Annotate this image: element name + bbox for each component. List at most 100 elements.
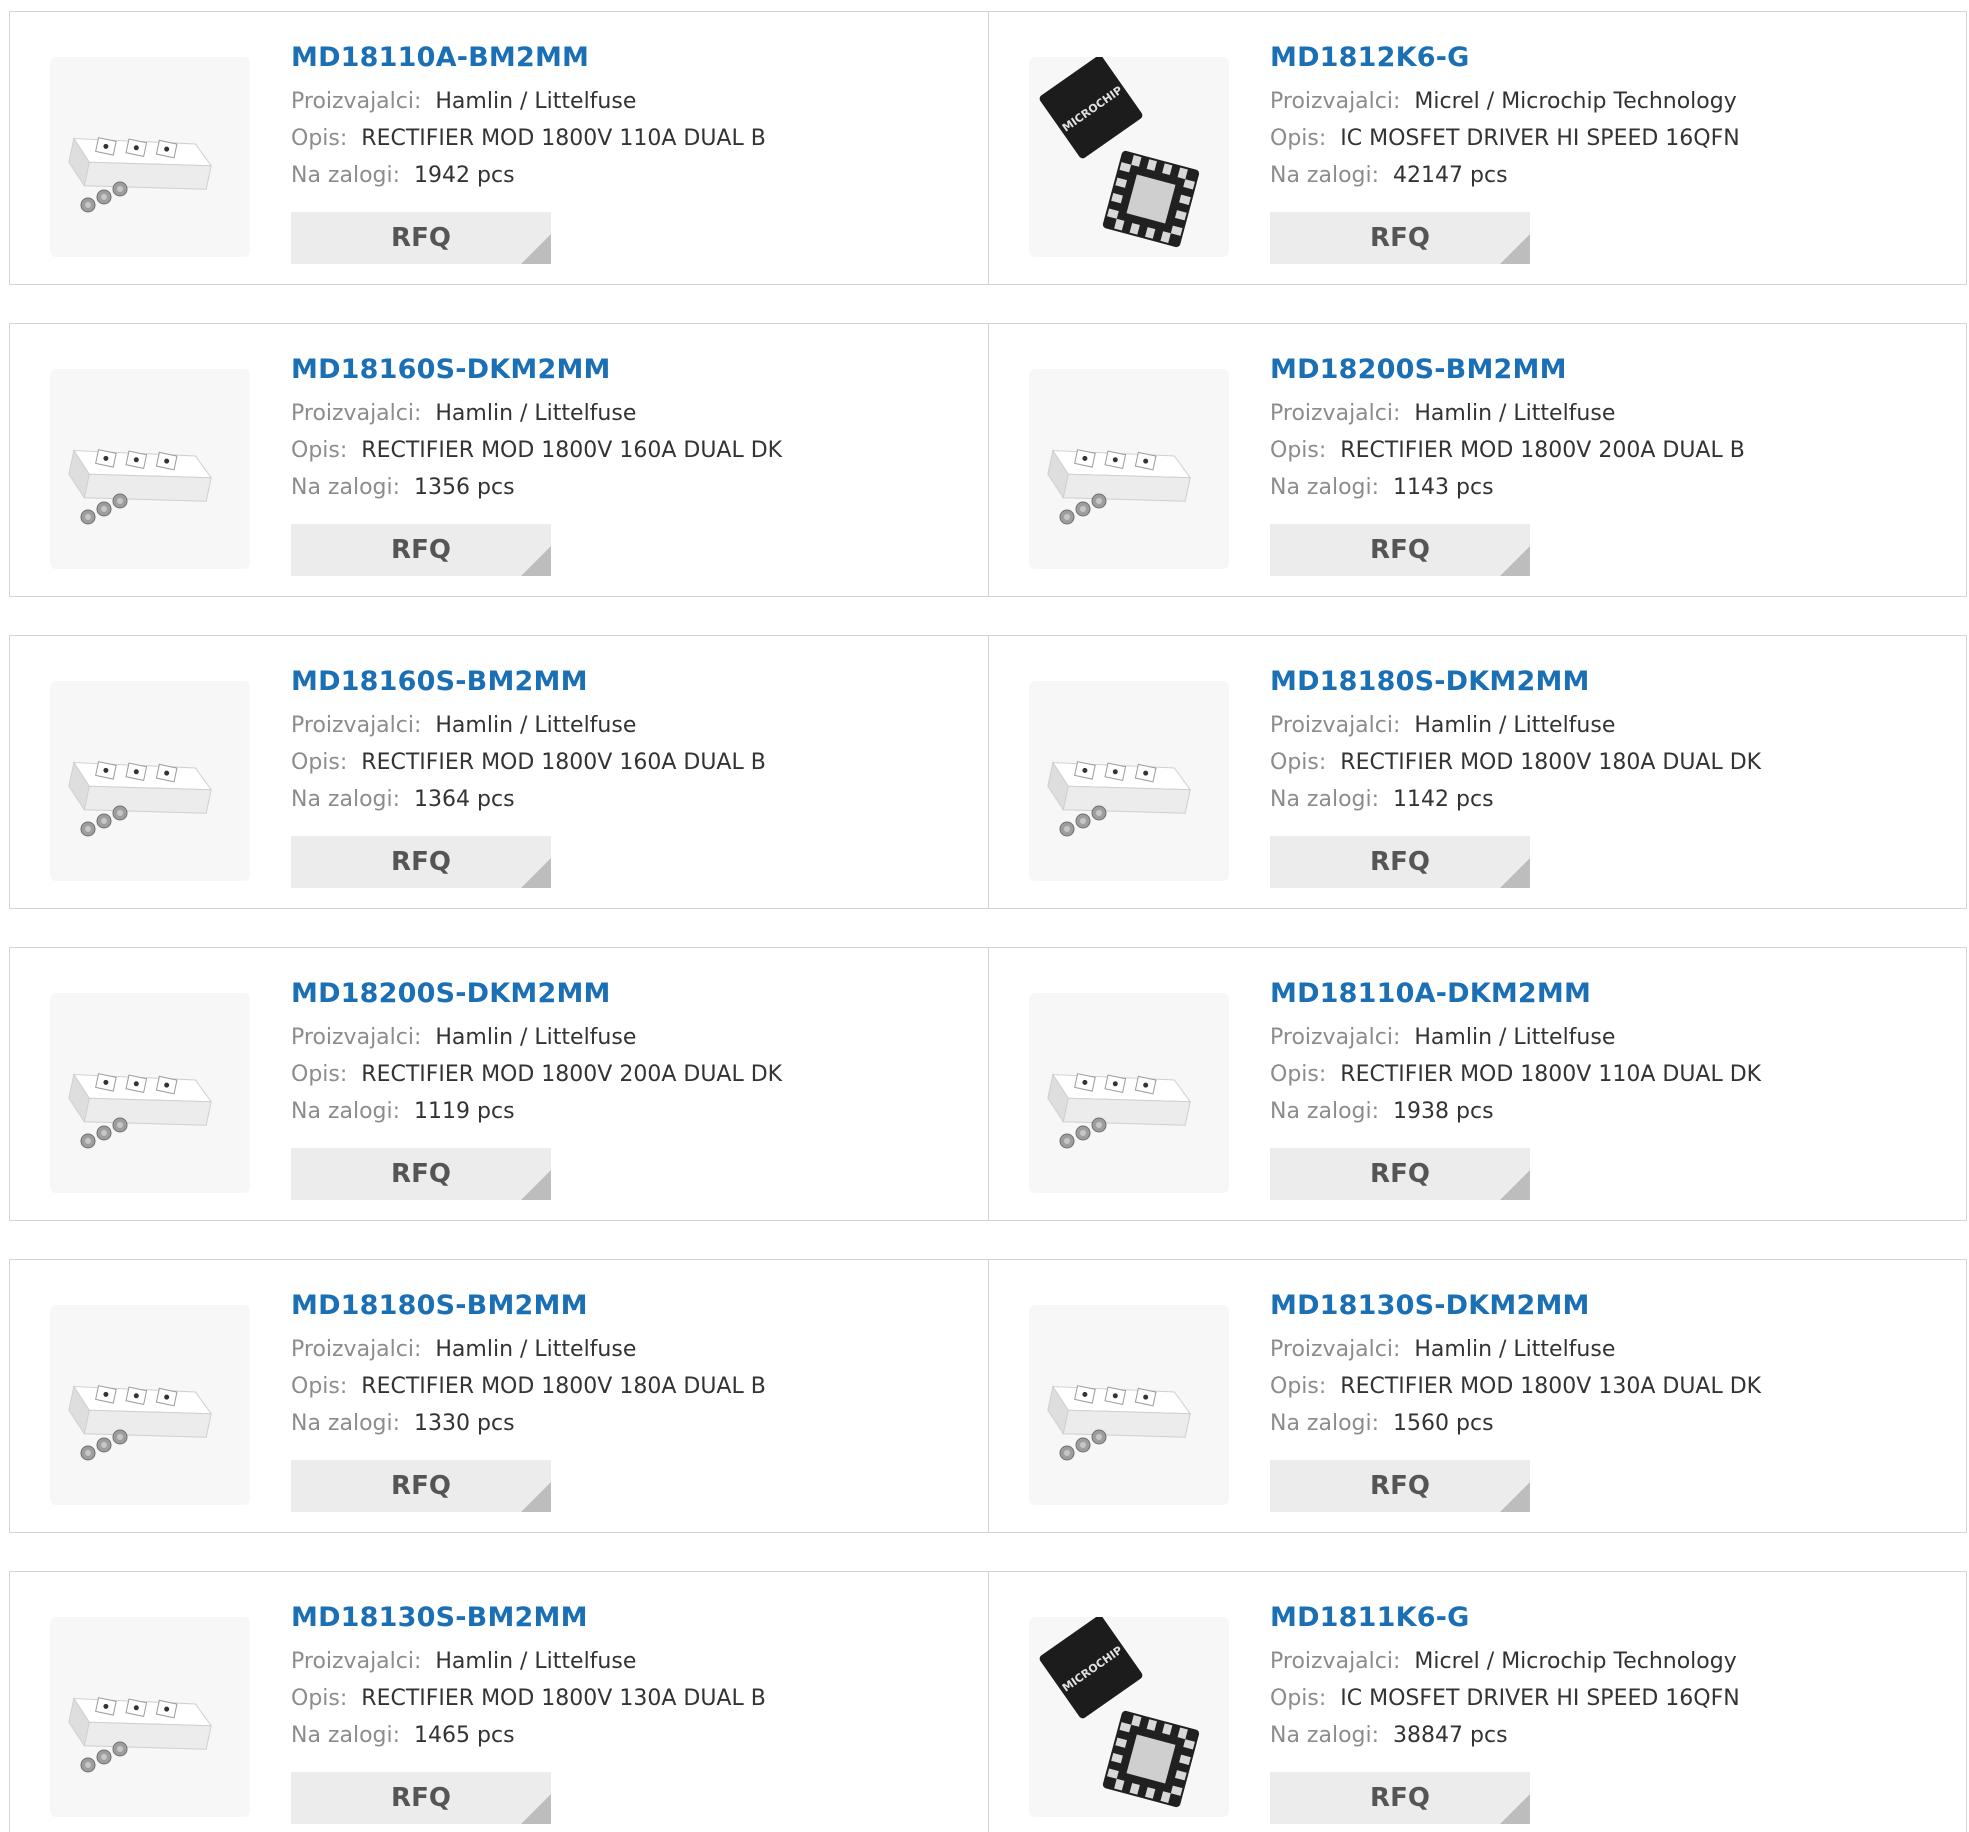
description-label: Opis: bbox=[1270, 126, 1327, 151]
stock-value: 1364 pcs bbox=[414, 787, 515, 812]
product-image[interactable]: MICROCHIP bbox=[1029, 1617, 1229, 1817]
description-value: RECTIFIER MOD 1800V 200A DUAL DK bbox=[361, 1062, 783, 1087]
manufacturer-label: Proizvajalci: bbox=[291, 713, 422, 738]
product-card: MD18110A-DKM2MM Proizvajalci: Hamlin / Li… bbox=[988, 948, 1966, 1220]
rfq-button[interactable]: RFQ bbox=[1270, 212, 1530, 264]
description-value: RECTIFIER MOD 1800V 160A DUAL DK bbox=[361, 438, 783, 463]
product-image[interactable] bbox=[50, 1305, 250, 1505]
rfq-button[interactable]: RFQ bbox=[1270, 1772, 1530, 1824]
rfq-label: RFQ bbox=[391, 223, 451, 253]
description-row: Opis: RECTIFIER MOD 1800V 130A DUAL DK bbox=[1270, 1375, 1946, 1399]
product-image[interactable] bbox=[50, 369, 250, 569]
manufacturer-value: Hamlin / Littelfuse bbox=[435, 713, 637, 738]
product-image[interactable] bbox=[1029, 1305, 1229, 1505]
corner-triangle-icon bbox=[1500, 1170, 1530, 1200]
product-image[interactable] bbox=[1029, 369, 1229, 569]
product-info: MD18180S-BM2MM Proizvajalci: Hamlin / Lit… bbox=[291, 1290, 968, 1436]
manufacturer-value: Hamlin / Littelfuse bbox=[1414, 1025, 1616, 1050]
product-card: MD18160S-BM2MM Proizvajalci: Hamlin / Lit… bbox=[10, 636, 988, 908]
product-info: MD18110A-DKM2MM Proizvajalci: Hamlin / Li… bbox=[1270, 978, 1946, 1124]
description-label: Opis: bbox=[1270, 438, 1327, 463]
product-image[interactable]: MICROCHIP bbox=[1029, 57, 1229, 257]
rfq-button[interactable]: RFQ bbox=[291, 1460, 551, 1512]
rfq-button[interactable]: RFQ bbox=[1270, 836, 1530, 888]
corner-triangle-icon bbox=[521, 546, 551, 576]
product-info: MD1811K6-G Proizvajalci: Micrel / Microch… bbox=[1270, 1602, 1946, 1748]
stock-label: Na zalogi: bbox=[1270, 1723, 1380, 1748]
stock-row: Na zalogi: 1942 pcs bbox=[291, 164, 968, 188]
product-image[interactable] bbox=[1029, 681, 1229, 881]
manufacturer-value: Micrel / Microchip Technology bbox=[1414, 1649, 1737, 1674]
part-number-link[interactable]: MD18130S-BM2MM bbox=[291, 1602, 968, 1634]
rfq-button[interactable]: RFQ bbox=[291, 1772, 551, 1824]
module-icon bbox=[1047, 1385, 1192, 1461]
product-image[interactable] bbox=[50, 993, 250, 1193]
rfq-button[interactable]: RFQ bbox=[291, 836, 551, 888]
chip-icon: MICROCHIP bbox=[1039, 1617, 1200, 1808]
part-number-link[interactable]: MD18160S-BM2MM bbox=[291, 666, 968, 698]
product-image[interactable] bbox=[50, 1617, 250, 1817]
stock-row: Na zalogi: 1356 pcs bbox=[291, 476, 968, 500]
description-label: Opis: bbox=[291, 1062, 348, 1087]
description-label: Opis: bbox=[291, 438, 348, 463]
product-info: MD18160S-BM2MM Proizvajalci: Hamlin / Lit… bbox=[291, 666, 968, 812]
manufacturer-label: Proizvajalci: bbox=[291, 89, 422, 114]
stock-row: Na zalogi: 1119 pcs bbox=[291, 1100, 968, 1124]
stock-row: Na zalogi: 1364 pcs bbox=[291, 788, 968, 812]
part-number-link[interactable]: MD18180S-DKM2MM bbox=[1270, 666, 1946, 698]
rfq-button[interactable]: RFQ bbox=[1270, 1148, 1530, 1200]
description-row: Opis: RECTIFIER MOD 1800V 160A DUAL DK bbox=[291, 439, 968, 463]
stock-label: Na zalogi: bbox=[291, 1723, 401, 1748]
rfq-label: RFQ bbox=[1370, 847, 1430, 877]
part-number-link[interactable]: MD18200S-DKM2MM bbox=[291, 978, 968, 1010]
module-icon bbox=[68, 1385, 213, 1461]
rfq-button[interactable]: RFQ bbox=[1270, 524, 1530, 576]
product-card: MD18180S-DKM2MM Proizvajalci: Hamlin / Li… bbox=[988, 636, 1966, 908]
rfq-label: RFQ bbox=[1370, 1159, 1430, 1189]
stock-value: 1560 pcs bbox=[1393, 1411, 1494, 1436]
rfq-button[interactable]: RFQ bbox=[1270, 1460, 1530, 1512]
part-number-link[interactable]: MD18200S-BM2MM bbox=[1270, 354, 1946, 386]
rfq-label: RFQ bbox=[1370, 1783, 1430, 1813]
stock-value: 1942 pcs bbox=[414, 163, 515, 188]
product-info: MD18160S-DKM2MM Proizvajalci: Hamlin / Li… bbox=[291, 354, 968, 500]
manufacturer-label: Proizvajalci: bbox=[291, 1025, 422, 1050]
chip-icon: MICROCHIP bbox=[1039, 57, 1200, 248]
manufacturer-label: Proizvajalci: bbox=[1270, 1649, 1401, 1674]
product-card: MD18180S-BM2MM Proizvajalci: Hamlin / Lit… bbox=[10, 1260, 988, 1532]
module-icon bbox=[68, 1073, 213, 1149]
part-number-link[interactable]: MD1812K6-G bbox=[1270, 42, 1946, 74]
stock-row: Na zalogi: 1143 pcs bbox=[1270, 476, 1946, 500]
description-row: Opis: RECTIFIER MOD 1800V 180A DUAL B bbox=[291, 1375, 968, 1399]
stock-label: Na zalogi: bbox=[291, 787, 401, 812]
rfq-button[interactable]: RFQ bbox=[291, 524, 551, 576]
rfq-button[interactable]: RFQ bbox=[291, 212, 551, 264]
manufacturer-row: Proizvajalci: Micrel / Microchip Technolo… bbox=[1270, 90, 1946, 114]
product-info: MD18200S-DKM2MM Proizvajalci: Hamlin / Li… bbox=[291, 978, 968, 1124]
manufacturer-label: Proizvajalci: bbox=[1270, 401, 1401, 426]
description-value: RECTIFIER MOD 1800V 130A DUAL B bbox=[361, 1686, 766, 1711]
corner-triangle-icon bbox=[1500, 546, 1530, 576]
part-number-link[interactable]: MD18130S-DKM2MM bbox=[1270, 1290, 1946, 1322]
rfq-label: RFQ bbox=[391, 1783, 451, 1813]
part-number-link[interactable]: MD18110A-DKM2MM bbox=[1270, 978, 1946, 1010]
product-image[interactable] bbox=[50, 57, 250, 257]
product-image[interactable] bbox=[50, 681, 250, 881]
part-number-link[interactable]: MD18160S-DKM2MM bbox=[291, 354, 968, 386]
stock-value: 1330 pcs bbox=[414, 1411, 515, 1436]
module-icon bbox=[1047, 449, 1192, 525]
description-row: Opis: RECTIFIER MOD 1800V 200A DUAL DK bbox=[291, 1063, 968, 1087]
manufacturer-label: Proizvajalci: bbox=[1270, 1337, 1401, 1362]
product-info: MD18130S-BM2MM Proizvajalci: Hamlin / Lit… bbox=[291, 1602, 968, 1748]
stock-label: Na zalogi: bbox=[1270, 1099, 1380, 1124]
part-number-link[interactable]: MD18110A-BM2MM bbox=[291, 42, 968, 74]
part-number-link[interactable]: MD1811K6-G bbox=[1270, 1602, 1946, 1634]
manufacturer-row: Proizvajalci: Hamlin / Littelfuse bbox=[291, 1026, 968, 1050]
part-number-link[interactable]: MD18180S-BM2MM bbox=[291, 1290, 968, 1322]
product-image[interactable] bbox=[1029, 993, 1229, 1193]
manufacturer-value: Hamlin / Littelfuse bbox=[1414, 713, 1616, 738]
module-icon bbox=[68, 449, 213, 525]
rfq-button[interactable]: RFQ bbox=[291, 1148, 551, 1200]
manufacturer-value: Hamlin / Littelfuse bbox=[1414, 401, 1616, 426]
description-row: Opis: RECTIFIER MOD 1800V 160A DUAL B bbox=[291, 751, 968, 775]
